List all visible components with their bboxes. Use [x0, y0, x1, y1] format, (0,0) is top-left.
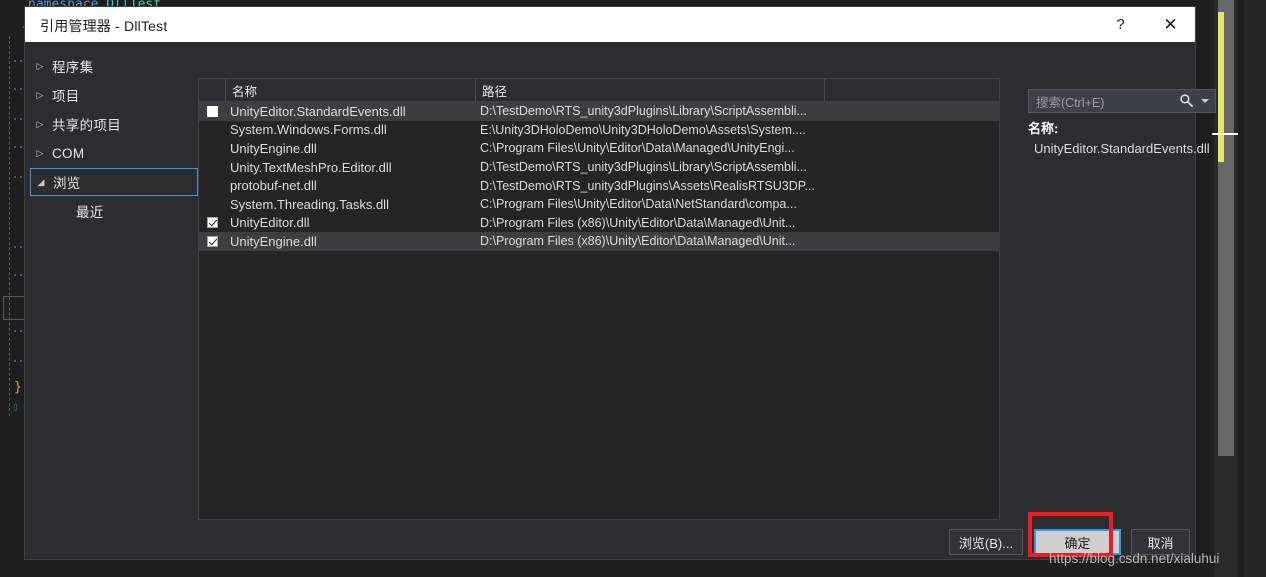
- search-container: 搜索(Ctrl+E): [1028, 89, 1216, 113]
- reference-manager-dialog: 引用管理器 - DllTest ? ✕ ▷ 程序集 ▷ 项目 ▷ 共享的项目 ▷…: [25, 7, 1216, 559]
- row-path: D:\TestDemo\RTS_unity3dPlugins\Library\S…: [480, 160, 807, 175]
- indent-dot: [20, 246, 22, 248]
- selected-item-details: 名称: UnityEditor.StandardEvents.dll: [1028, 118, 1218, 156]
- indent-dot: [14, 60, 16, 62]
- sidebar-item-recent[interactable]: 最近: [30, 197, 218, 225]
- checkbox-unchecked-icon[interactable]: [207, 105, 218, 117]
- row-path: D:\TestDemo\RTS_unity3dPlugins\Assets\Re…: [480, 178, 815, 193]
- code-line-close-brace: }: [14, 380, 22, 395]
- indent-dot: [14, 176, 16, 178]
- dialog-body: ▷ 程序集 ▷ 项目 ▷ 共享的项目 ▷ COM ◢ 浏览 最近 名称 路径 U…: [25, 42, 1216, 524]
- editor-scrollbar-track[interactable]: [1212, 0, 1242, 577]
- row-checkbox-cell[interactable]: [199, 235, 226, 247]
- column-header-check[interactable]: [199, 79, 226, 101]
- indent-dot: [14, 274, 16, 276]
- watermark-text: https://blog.csdn.net/xialuhui: [1049, 551, 1220, 566]
- sidebar-item-label: 共享的项目: [52, 118, 121, 133]
- row-name: UnityEditor.StandardEvents.dll: [230, 103, 406, 119]
- search-placeholder: 搜索(Ctrl+E): [1036, 95, 1105, 110]
- table-row[interactable]: UnityEngine.dll D:\Program Files (x86)\U…: [199, 232, 999, 251]
- chevron-right-icon: ▷: [36, 118, 44, 129]
- row-checkbox-cell[interactable]: [199, 217, 226, 229]
- indent-dot: [20, 88, 22, 90]
- screen-root: namespace DllTest { } ▯: [0, 0, 1266, 577]
- table-row[interactable]: UnityEditor.StandardEvents.dll D:\TestDe…: [199, 102, 999, 121]
- editor-scrollbar-column[interactable]: [1212, 0, 1266, 577]
- indent-dot: [20, 118, 22, 120]
- chevron-right-icon: ▷: [36, 147, 44, 158]
- column-header-name[interactable]: 名称: [226, 79, 476, 101]
- sidebar-item-assemblies[interactable]: ▷ 程序集: [30, 52, 198, 80]
- checkbox-checked-icon[interactable]: [207, 217, 218, 229]
- editor-change-marker: [1218, 12, 1224, 162]
- sidebar-item-label: 项目: [52, 89, 80, 104]
- indent-dot: [20, 176, 22, 178]
- help-icon[interactable]: ?: [1098, 7, 1143, 42]
- sidebar-item-projects[interactable]: ▷ 项目: [30, 81, 198, 109]
- detail-name-label: 名称:: [1028, 121, 1059, 136]
- sidebar-item-com[interactable]: ▷ COM: [30, 139, 198, 167]
- code-collapse-marker: ▯: [12, 400, 19, 413]
- category-sidebar: ▷ 程序集 ▷ 项目 ▷ 共享的项目 ▷ COM ◢ 浏览 最近: [25, 42, 198, 524]
- indent-dot: [14, 360, 16, 362]
- row-name: Unity.TextMeshPro.Editor.dll: [230, 159, 392, 175]
- dialog-titlebar: 引用管理器 - DllTest ? ✕: [25, 7, 1195, 42]
- row-checkbox-cell[interactable]: [199, 105, 226, 117]
- indent-dot: [14, 146, 16, 148]
- indent-dot: [14, 118, 16, 120]
- column-header-path[interactable]: 路径: [476, 79, 825, 101]
- sidebar-item-label: 最近: [76, 205, 104, 220]
- checkbox-checked-icon[interactable]: [207, 235, 218, 247]
- table-row[interactable]: UnityEditor.dll D:\Program Files (x86)\U…: [199, 214, 999, 233]
- indent-dot: [20, 360, 22, 362]
- sidebar-item-label: COM: [52, 145, 85, 161]
- table-row[interactable]: System.Windows.Forms.dll E:\Unity3DHoloD…: [199, 121, 999, 140]
- dialog-title: 引用管理器 - DllTest: [40, 18, 168, 34]
- indent-dot: [20, 274, 22, 276]
- row-name: System.Threading.Tasks.dll: [230, 196, 389, 212]
- detail-name-value: UnityEditor.StandardEvents.dll: [1034, 141, 1210, 156]
- indent-guide: [9, 36, 10, 416]
- row-path: C:\Program Files\Unity\Editor\Data\Manag…: [480, 141, 795, 156]
- indent-dot: [14, 88, 16, 90]
- row-path: D:\Program Files (x86)\Unity\Editor\Data…: [480, 234, 796, 249]
- column-header-extra[interactable]: [825, 79, 999, 101]
- table-row[interactable]: protobuf-net.dll D:\TestDemo\RTS_unity3d…: [199, 176, 999, 195]
- indent-dot: [20, 330, 22, 332]
- row-name: System.Windows.Forms.dll: [230, 122, 387, 138]
- sidebar-item-browse[interactable]: ◢ 浏览: [30, 168, 198, 196]
- row-path: D:\TestDemo\RTS_unity3dPlugins\Library\S…: [480, 104, 807, 119]
- assembly-list-rows: UnityEditor.StandardEvents.dll D:\TestDe…: [199, 102, 999, 251]
- row-name: UnityEngine.dll: [230, 140, 317, 156]
- close-icon[interactable]: ✕: [1148, 7, 1193, 42]
- indent-dot: [20, 60, 22, 62]
- search-dropdown-arrow-icon[interactable]: [1201, 99, 1209, 103]
- chevron-right-icon: ▷: [36, 89, 44, 100]
- table-row[interactable]: Unity.TextMeshPro.Editor.dll D:\TestDemo…: [199, 158, 999, 177]
- table-row[interactable]: UnityEngine.dll C:\Program Files\Unity\E…: [199, 139, 999, 158]
- list-column-header: 名称 路径: [199, 79, 999, 102]
- row-name: UnityEngine.dll: [230, 233, 317, 249]
- dialog-footer: 浏览(B)... 确定 取消: [25, 524, 1195, 559]
- chevron-down-icon: ◢: [37, 176, 45, 187]
- table-row[interactable]: System.Threading.Tasks.dll C:\Program Fi…: [199, 195, 999, 214]
- row-path: C:\Program Files\Unity\Editor\Data\NetSt…: [480, 197, 797, 212]
- row-path: E:\Unity3DHoloDemo\Unity3DHoloDemo\Asset…: [480, 122, 806, 137]
- editor-scrollbar-edge: [1238, 0, 1244, 577]
- chevron-right-icon: ▷: [36, 60, 44, 71]
- sidebar-item-label: 浏览: [53, 176, 81, 191]
- assembly-list-panel: 名称 路径 UnityEditor.StandardEvents.dll D:\…: [198, 78, 1000, 520]
- search-icon[interactable]: [1179, 93, 1194, 108]
- sidebar-item-label: 程序集: [52, 60, 94, 75]
- row-name: UnityEditor.dll: [230, 215, 310, 231]
- row-path: D:\Program Files (x86)\Unity\Editor\Data…: [480, 215, 796, 230]
- row-name: protobuf-net.dll: [230, 178, 317, 194]
- indent-dot: [20, 146, 22, 148]
- sidebar-item-shared-projects[interactable]: ▷ 共享的项目: [30, 110, 198, 138]
- indent-dot: [14, 330, 16, 332]
- browse-button[interactable]: 浏览(B)...: [949, 529, 1023, 555]
- indent-dot: [14, 246, 16, 248]
